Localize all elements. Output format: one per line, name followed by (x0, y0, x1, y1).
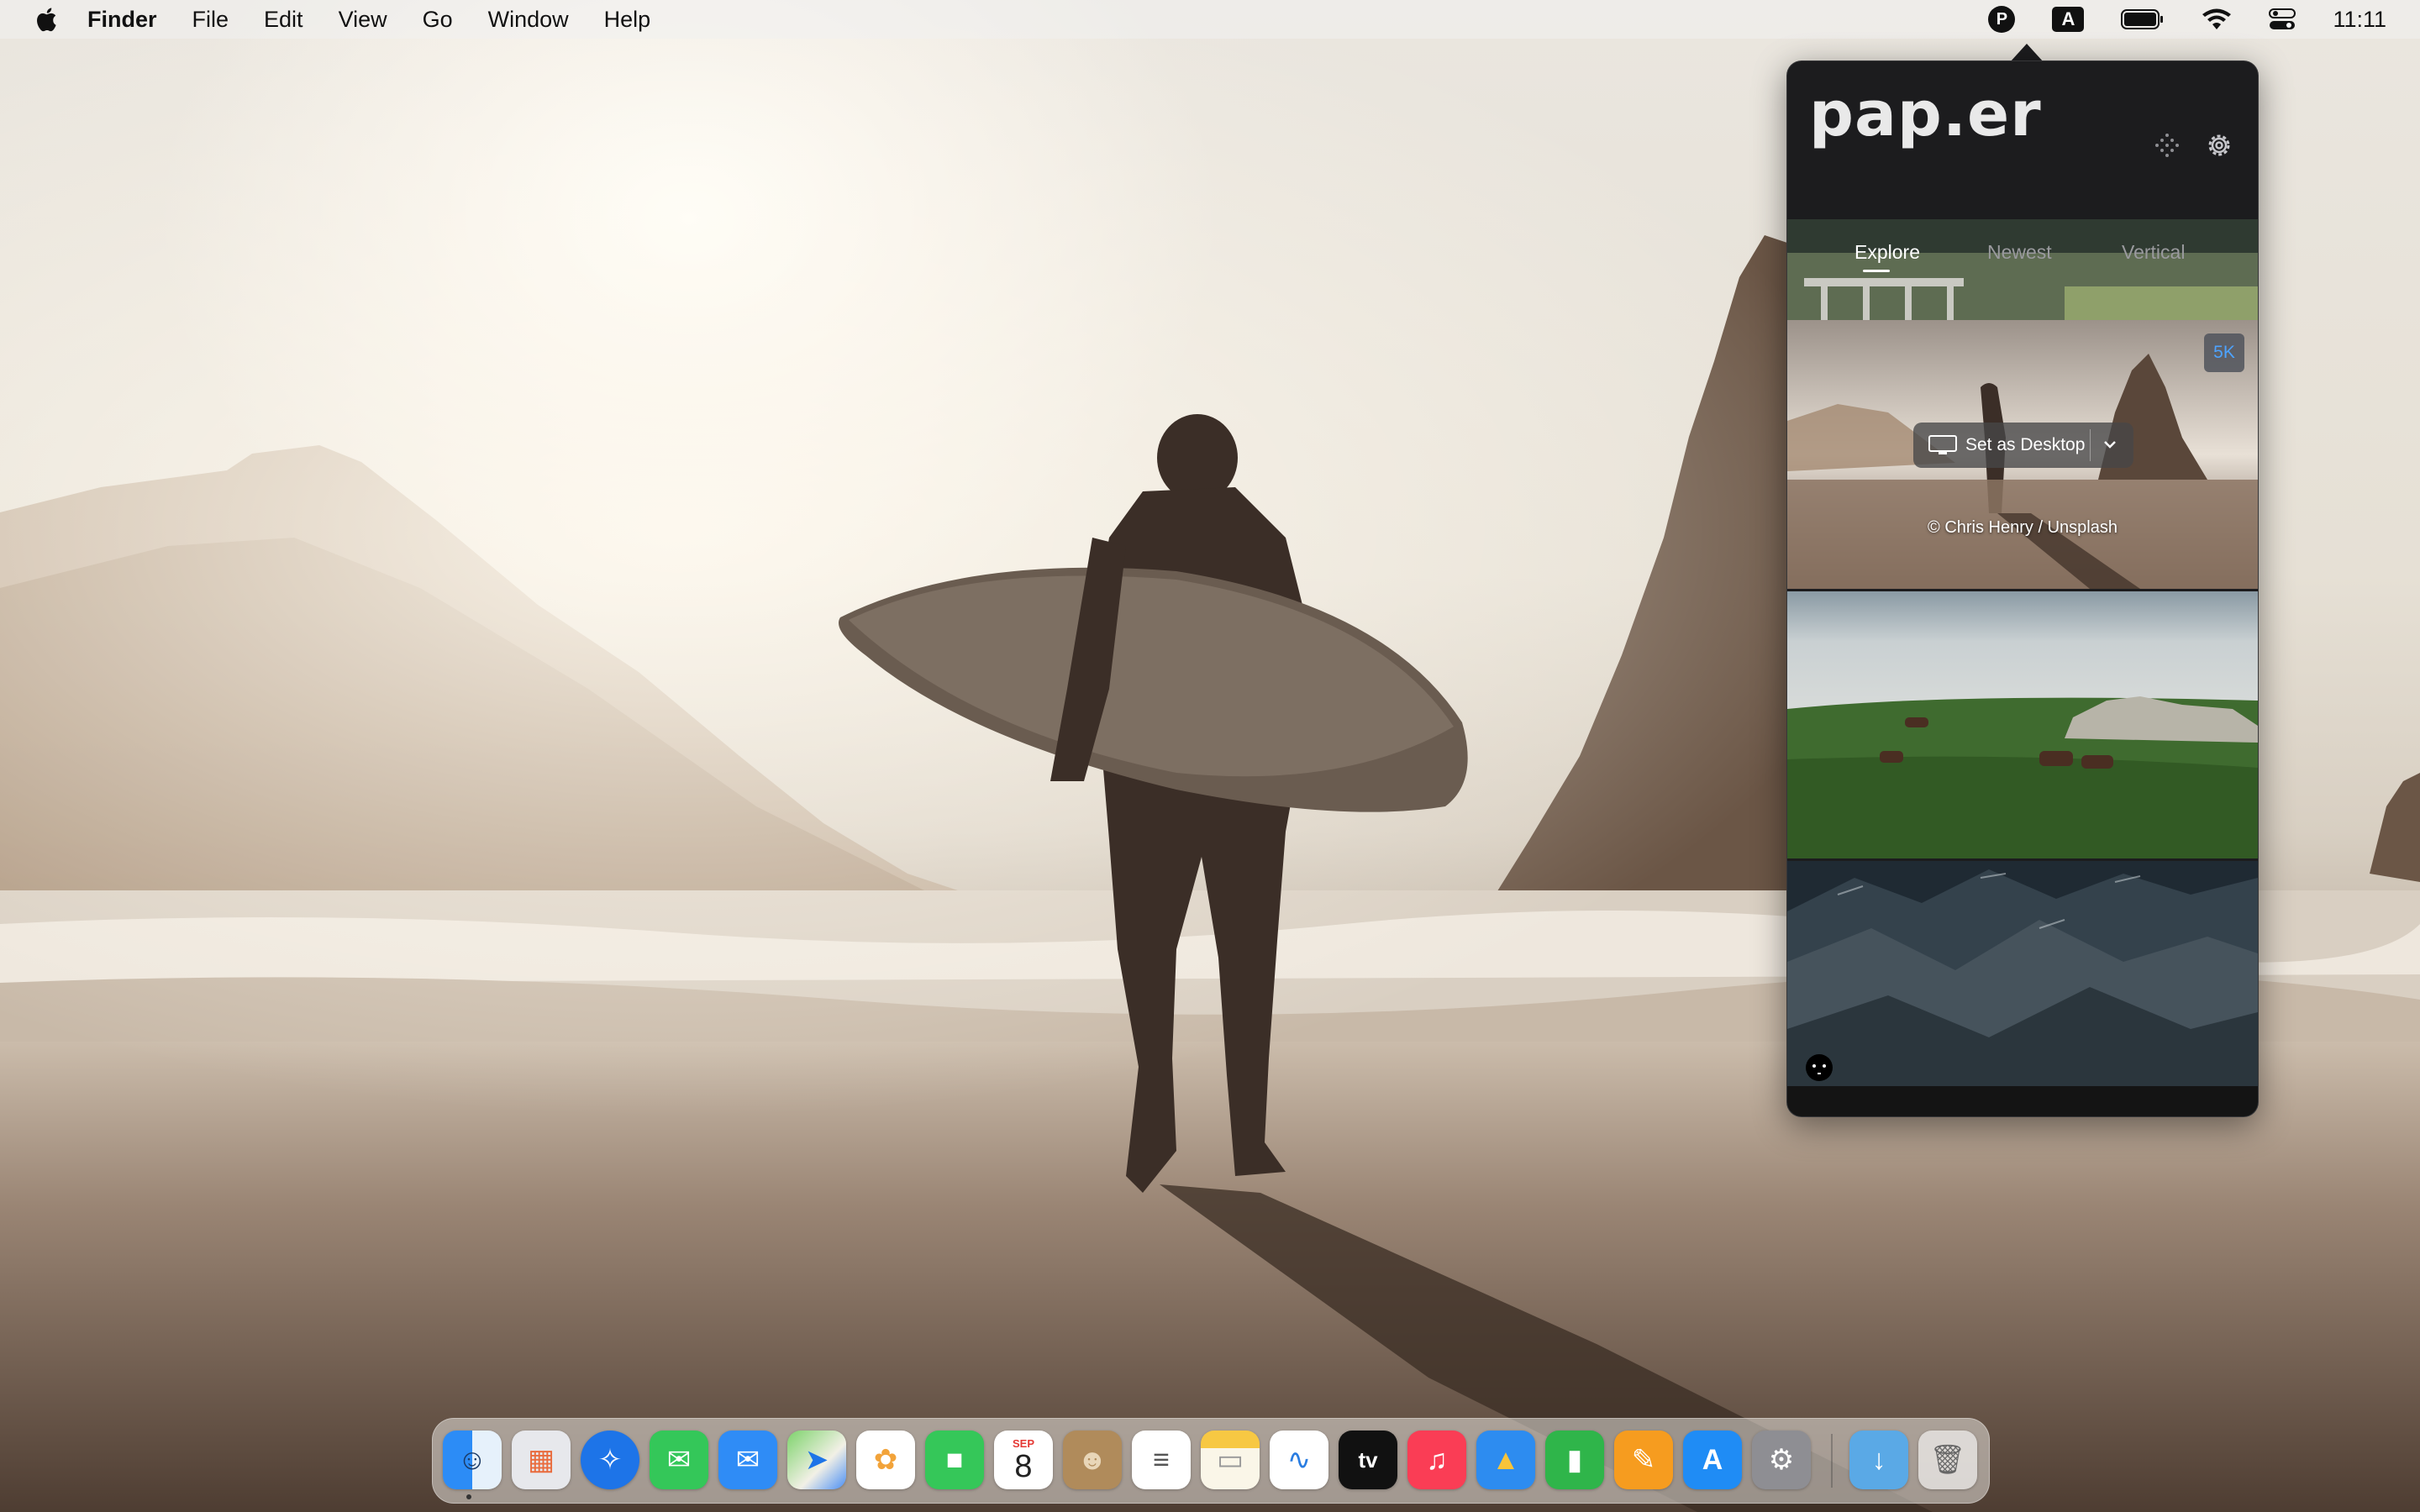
menu-help[interactable]: Help (604, 7, 651, 33)
tab-explore[interactable]: Explore (1854, 241, 1920, 264)
app-store-icon: A (1702, 1443, 1723, 1476)
dock-tv[interactable]: tv (1339, 1431, 1397, 1489)
facetime-icon: ■ (945, 1443, 964, 1476)
gear-icon[interactable] (2202, 129, 2236, 162)
dock-mail[interactable]: ✉ (718, 1431, 777, 1489)
dock-trash[interactable]: 🗑 (1918, 1431, 1977, 1489)
tab-newest[interactable]: Newest (1987, 241, 2052, 264)
keynote-icon: ▲ (1491, 1443, 1520, 1476)
numbers-icon: ▮ (1566, 1444, 1583, 1476)
reminders-icon: ≡ (1153, 1443, 1170, 1476)
menu-go[interactable]: Go (423, 7, 453, 33)
system-settings-icon: ⚙ (1768, 1444, 1795, 1476)
menu-edit[interactable]: Edit (264, 7, 303, 33)
paper-tab-bar: Explore Newest Vertical (1787, 234, 2258, 276)
active-tab-indicator (1863, 270, 1890, 272)
calendar-day: 8 (1014, 1448, 1033, 1484)
maps-icon: ➤ (804, 1444, 829, 1476)
downloads-icon: ↓ (1871, 1443, 1886, 1476)
music-icon: ♫ (1426, 1443, 1448, 1476)
input-source-icon[interactable]: A (2052, 7, 2085, 32)
control-center-icon[interactable] (2269, 8, 2296, 31)
wallpaper-thumb-mountains[interactable] (1787, 861, 2258, 1116)
freeform-icon: ∿ (1286, 1444, 1312, 1476)
contacts-icon: ☻ (1077, 1443, 1107, 1476)
menu-bar: Finder File Edit View Go Window Help P A… (0, 0, 2420, 39)
wallpaper-feed[interactable]: 5K Set as Desktop © Chris Henry / Unspla… (1787, 219, 2258, 1116)
dock-reminders[interactable]: ≡ (1132, 1431, 1191, 1489)
set-as-desktop-button[interactable]: Set as Desktop (1913, 423, 2133, 468)
battery-icon[interactable] (2121, 8, 2165, 30)
messages-icon: ✉ (666, 1444, 692, 1476)
dock-pages[interactable]: ✎ (1614, 1431, 1673, 1489)
dock-freeform[interactable]: ∿ (1270, 1431, 1328, 1489)
menu-view[interactable]: View (339, 7, 387, 33)
menu-file[interactable]: File (192, 7, 229, 33)
paper-status-icon[interactable]: P (1988, 6, 2016, 33)
menu-window[interactable]: Window (488, 7, 569, 33)
dock-system-settings[interactable]: ⚙ (1752, 1431, 1811, 1489)
finder-icon: ☺ (457, 1443, 487, 1476)
dock-finder[interactable]: ☺ (443, 1431, 502, 1489)
apple-icon[interactable] (34, 5, 62, 34)
safari-icon: ✧ (597, 1444, 623, 1476)
dock-launchpad[interactable]: ▦ (512, 1431, 571, 1489)
paper-popover: pap.er 5K Set as Desktop © Chris Henry /… (1786, 60, 2259, 1117)
menu-app-finder[interactable]: Finder (87, 7, 157, 33)
dock-photos[interactable]: ✿ (856, 1431, 915, 1489)
photo-credit[interactable]: © Chris Henry / Unsplash (1787, 518, 2258, 538)
paper-logo: pap.er (1809, 78, 2042, 150)
trash-icon: 🗑 (1929, 1444, 1966, 1476)
calendar-month: SEP (1012, 1436, 1034, 1450)
pages-icon: ✎ (1631, 1444, 1656, 1476)
launchpad-icon: ▦ (527, 1444, 555, 1476)
mail-icon: ✉ (735, 1444, 760, 1476)
grid-dots-icon[interactable] (2150, 129, 2184, 162)
wallpaper-thumb-beach[interactable]: 5K Set as Desktop © Chris Henry / Unspla… (1787, 320, 2258, 589)
dock-downloads[interactable]: ↓ (1849, 1431, 1908, 1489)
finder-running-indicator (466, 1494, 471, 1499)
dock-safari[interactable]: ✧ (581, 1431, 639, 1489)
dock-separator (1831, 1434, 1833, 1488)
button-divider (2090, 429, 2091, 461)
wifi-icon[interactable] (2202, 8, 2232, 31)
popover-arrow (2010, 44, 2044, 62)
resolution-badge: 5K (2204, 333, 2244, 372)
set-as-desktop-label: Set as Desktop (1965, 435, 2086, 454)
monitor-icon (1928, 435, 1957, 454)
dock-music[interactable]: ♫ (1407, 1431, 1466, 1489)
dock-keynote[interactable]: ▲ (1476, 1431, 1535, 1489)
dock-notes[interactable]: ▭ (1201, 1431, 1260, 1489)
dock: ☺ ▦ ✧ ✉ ✉ ➤ ✿ ■ SEP 8 ☻ ≡ ▭ ∿ tv ♫ ▲ ▮ ✎… (432, 1418, 1990, 1504)
menu-clock[interactable]: 11:11 (2333, 7, 2386, 33)
photos-icon: ✿ (873, 1444, 898, 1476)
loading-spinner-icon (1806, 1054, 1833, 1081)
tab-vertical[interactable]: Vertical (2122, 241, 2185, 264)
tv-icon: tv (1358, 1446, 1378, 1473)
wallpaper-thumb-horses[interactable] (1787, 591, 2258, 858)
notes-icon: ▭ (1216, 1444, 1244, 1476)
dock-messages[interactable]: ✉ (650, 1431, 708, 1489)
dock-app-store[interactable]: A (1683, 1431, 1742, 1489)
dock-facetime[interactable]: ■ (925, 1431, 984, 1489)
dock-maps[interactable]: ➤ (787, 1431, 846, 1489)
chevron-down-icon[interactable] (2100, 434, 2120, 454)
dock-contacts[interactable]: ☻ (1063, 1431, 1122, 1489)
dock-calendar[interactable]: SEP 8 (994, 1431, 1053, 1489)
dock-numbers[interactable]: ▮ (1545, 1431, 1604, 1489)
